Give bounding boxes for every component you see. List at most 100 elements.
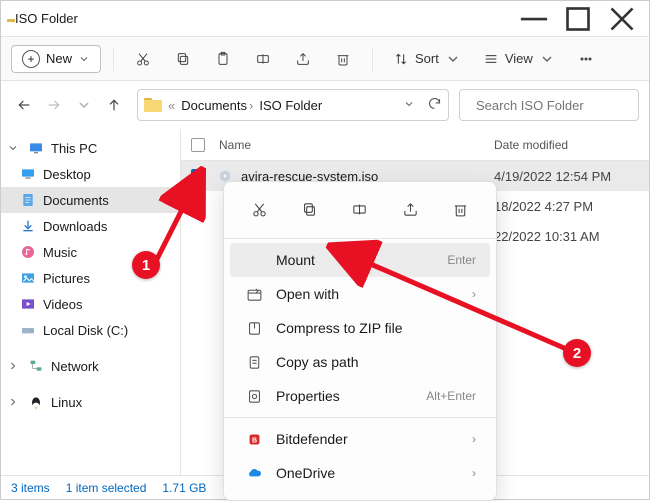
- annotation-badge-1: 1: [132, 251, 160, 279]
- search-box[interactable]: [459, 89, 639, 121]
- address-chevron-icon[interactable]: [403, 98, 415, 113]
- file-date: 22/2022 10:31 AM: [494, 229, 649, 244]
- status-selected-count: 1 item selected: [66, 481, 147, 495]
- paste-button[interactable]: [206, 43, 240, 75]
- document-icon: [19, 192, 37, 208]
- status-size: 1.71 GB: [162, 481, 206, 495]
- sidebar-item-local-disk[interactable]: Local Disk (C:): [1, 317, 180, 343]
- sidebar-item-label: Local Disk (C:): [43, 323, 128, 338]
- sidebar-item-label: Music: [43, 245, 77, 260]
- ctx-mount[interactable]: Mount Enter: [230, 243, 490, 277]
- drive-icon: [19, 322, 37, 338]
- sidebar-item-downloads[interactable]: Downloads: [1, 213, 180, 239]
- ctx-share-button[interactable]: [393, 194, 427, 224]
- ctx-zip-label: Compress to ZIP file: [276, 320, 476, 336]
- plus-icon: +: [22, 50, 40, 68]
- col-name-header[interactable]: Name: [215, 138, 494, 152]
- minimize-button[interactable]: [513, 4, 555, 34]
- chevron-down-icon: [445, 51, 461, 67]
- close-button[interactable]: [601, 4, 643, 34]
- rename-button[interactable]: [246, 43, 280, 75]
- ctx-mount-hint: Enter: [447, 253, 476, 267]
- open-with-icon: [244, 286, 264, 303]
- zip-icon: [244, 320, 264, 337]
- delete-button[interactable]: [326, 43, 360, 75]
- sidebar-item-label: Desktop: [43, 167, 91, 182]
- ctx-properties-hint: Alt+Enter: [426, 389, 476, 403]
- folder-icon: [144, 98, 162, 112]
- search-input[interactable]: [474, 97, 650, 114]
- share-button[interactable]: [286, 43, 320, 75]
- window-title: ISO Folder: [15, 11, 513, 26]
- ctx-open-with-label: Open with: [276, 286, 460, 302]
- desktop-icon: [19, 166, 37, 182]
- copy-button[interactable]: [166, 43, 200, 75]
- sidebar-item-label: Pictures: [43, 271, 90, 286]
- sidebar-item-label: Network: [51, 359, 99, 374]
- breadcrumb-part[interactable]: Documents ›: [181, 98, 253, 113]
- back-button[interactable]: [11, 92, 37, 118]
- sidebar-item-label: Videos: [43, 297, 83, 312]
- svg-text:B: B: [251, 436, 256, 444]
- ctx-bitdefender-label: Bitdefender: [276, 431, 460, 447]
- sidebar-item-network[interactable]: Network: [1, 353, 180, 379]
- ctx-properties-label: Properties: [276, 388, 414, 404]
- up-button[interactable]: [101, 92, 127, 118]
- sort-label: Sort: [415, 51, 439, 66]
- new-button[interactable]: + New: [11, 45, 101, 73]
- ctx-delete-button[interactable]: [444, 194, 478, 224]
- column-headers: Name Date modified: [181, 129, 649, 161]
- ctx-rename-button[interactable]: [343, 194, 377, 224]
- ctx-open-with[interactable]: Open with ›: [230, 277, 490, 311]
- sort-button[interactable]: Sort: [385, 47, 469, 71]
- sidebar-item-desktop[interactable]: Desktop: [1, 161, 180, 187]
- sidebar-item-videos[interactable]: Videos: [1, 291, 180, 317]
- network-icon: [27, 358, 45, 374]
- titlebar: ISO Folder: [1, 1, 649, 37]
- download-icon: [19, 218, 37, 234]
- ctx-bitdefender[interactable]: B Bitdefender ›: [230, 422, 490, 456]
- ctx-copy-button[interactable]: [293, 194, 327, 224]
- chevron-right-icon: [7, 360, 21, 372]
- cut-button[interactable]: [126, 43, 160, 75]
- col-date-header[interactable]: Date modified: [494, 138, 649, 152]
- new-button-label: New: [46, 51, 72, 66]
- chevron-down-icon: [7, 142, 21, 154]
- pictures-icon: [19, 270, 37, 286]
- onedrive-icon: [244, 465, 264, 482]
- address-bar[interactable]: « Documents › ISO Folder: [137, 89, 449, 121]
- ctx-zip[interactable]: Compress to ZIP file: [230, 311, 490, 345]
- ctx-properties[interactable]: Properties Alt+Enter: [230, 379, 490, 413]
- maximize-button[interactable]: [557, 4, 599, 34]
- chevron-down-icon: [539, 51, 555, 67]
- sidebar-item-this-pc[interactable]: This PC: [1, 135, 180, 161]
- ctx-copy-path[interactable]: Copy as path: [230, 345, 490, 379]
- chevron-right-icon: ›: [472, 287, 476, 301]
- videos-icon: [19, 296, 37, 312]
- chevron-right-icon: [7, 396, 21, 408]
- ctx-onedrive[interactable]: OneDrive ›: [230, 456, 490, 490]
- sidebar-item-label: Downloads: [43, 219, 107, 234]
- breadcrumb-part[interactable]: ISO Folder: [259, 98, 322, 113]
- refresh-button[interactable]: [427, 96, 442, 114]
- command-bar: + New Sort View: [1, 37, 649, 81]
- sidebar-item-documents[interactable]: Documents: [1, 187, 180, 213]
- forward-button[interactable]: [41, 92, 67, 118]
- context-menu: Mount Enter Open with › Compress to ZIP …: [223, 181, 497, 501]
- sidebar-item-linux[interactable]: Linux: [1, 389, 180, 415]
- more-button[interactable]: [569, 43, 603, 75]
- bitdefender-icon: B: [244, 431, 264, 448]
- chevron-down-icon: [78, 53, 90, 65]
- ctx-cut-button[interactable]: [242, 194, 276, 224]
- ctx-mount-label: Mount: [276, 252, 435, 268]
- ctx-onedrive-label: OneDrive: [276, 465, 460, 481]
- properties-icon: [244, 388, 264, 405]
- copy-path-icon: [244, 354, 264, 371]
- recent-dropdown[interactable]: [71, 92, 97, 118]
- select-all-checkbox[interactable]: [181, 138, 215, 152]
- linux-icon: [27, 394, 45, 410]
- chevron-right-icon: ›: [472, 432, 476, 446]
- view-button[interactable]: View: [475, 47, 563, 71]
- file-date: 18/2022 4:27 PM: [494, 199, 649, 214]
- chevron-right-icon: ›: [472, 466, 476, 480]
